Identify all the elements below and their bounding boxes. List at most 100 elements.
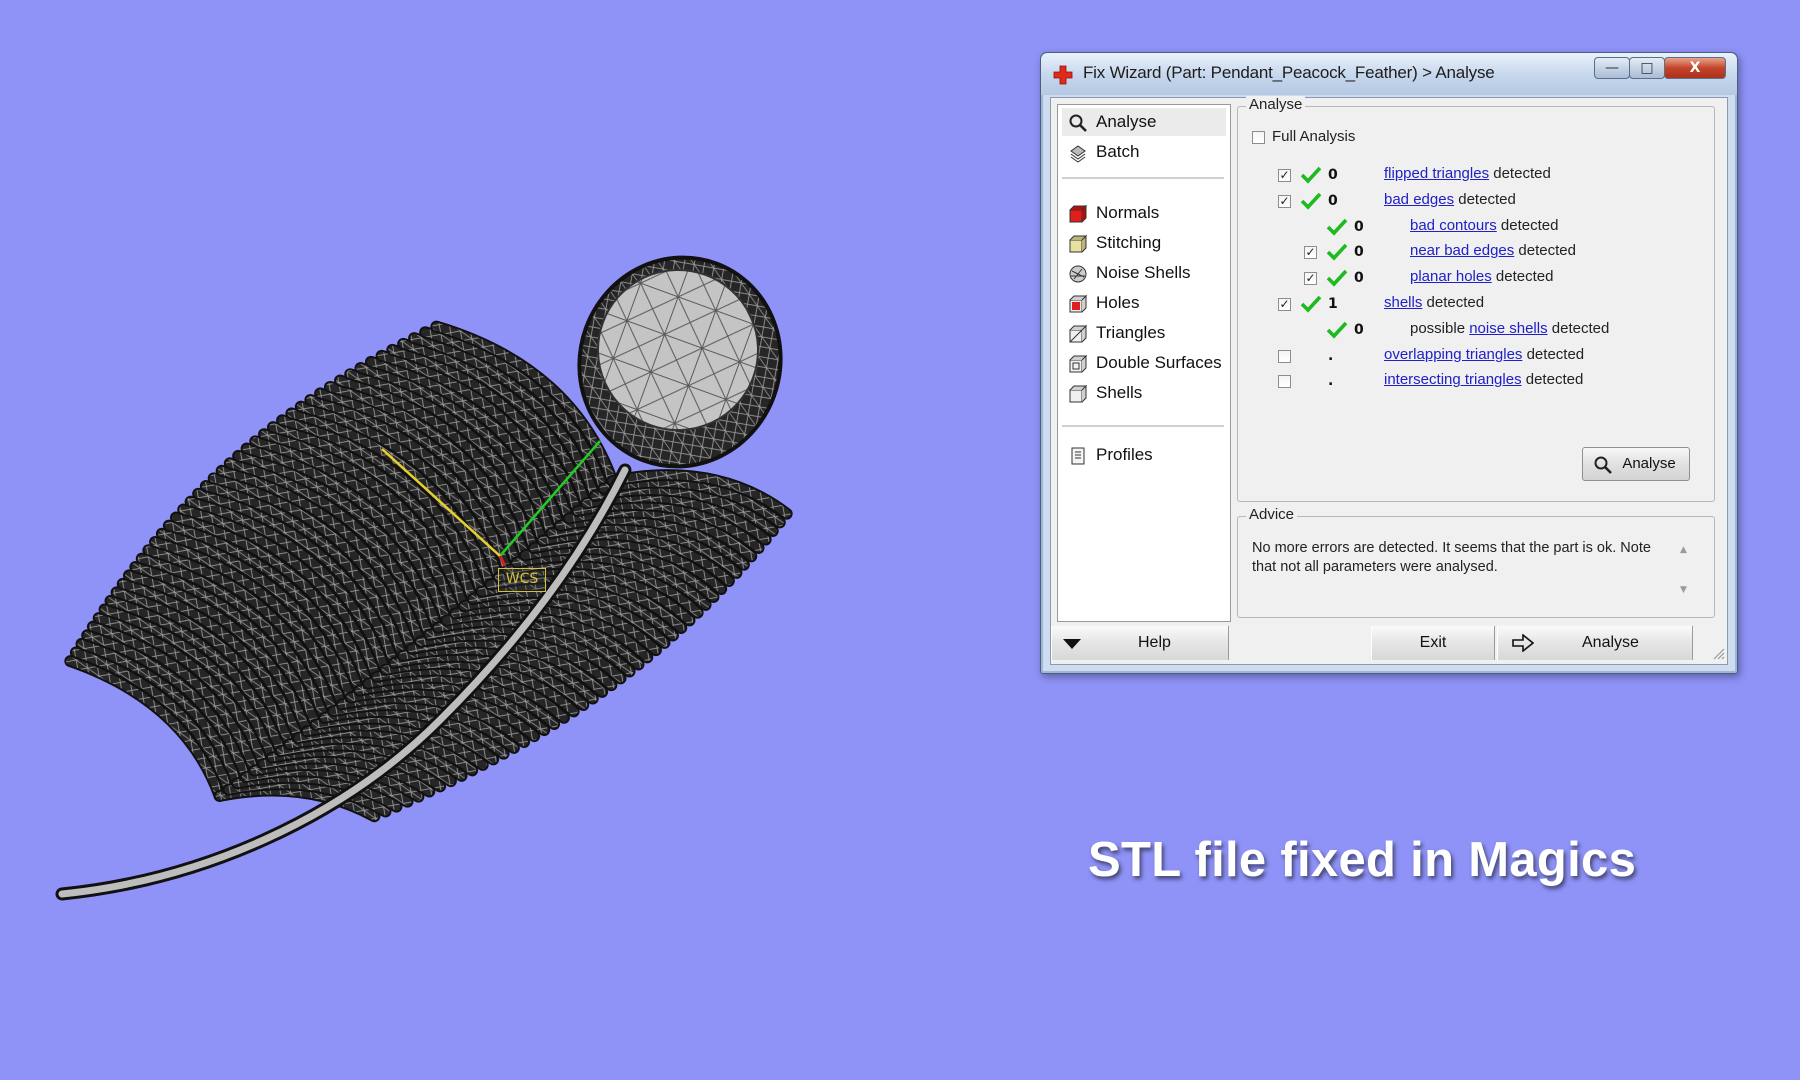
red-cross-icon — [1053, 65, 1073, 85]
nav-label: Normals — [1096, 203, 1160, 222]
title-bar[interactable]: Fix Wizard (Part: Pendant_Peacock_Feathe… — [1041, 53, 1737, 95]
holes-cube-icon — [1069, 294, 1088, 313]
row-count: 0 — [1354, 321, 1364, 338]
row-suffix: detected — [1489, 165, 1551, 182]
row-link[interactable]: noise shells — [1469, 320, 1547, 337]
analyse-button-label: Analyse — [1622, 455, 1676, 472]
nav-label: Analyse — [1096, 112, 1157, 131]
row-checkbox[interactable] — [1278, 349, 1291, 363]
green-check-icon — [1326, 218, 1348, 236]
triangles-cube-icon — [1069, 324, 1088, 343]
row-suffix: detected — [1514, 242, 1576, 260]
window-title: Fix Wizard (Part: Pendant_Peacock_Feathe… — [1083, 63, 1495, 82]
row-count: 0 — [1354, 244, 1364, 261]
nav-item-analyse[interactable]: Analyse — [1062, 108, 1226, 136]
row-checkbox[interactable]: ✓ — [1278, 169, 1291, 182]
nav-label: Profiles — [1096, 445, 1153, 464]
row-count: . — [1328, 373, 1334, 390]
row-checkbox[interactable]: ✓ — [1278, 194, 1291, 208]
row-description: planar holes detected — [1410, 268, 1553, 285]
green-check-icon — [1300, 166, 1322, 184]
nav-label: Batch — [1096, 142, 1140, 161]
row-checkbox[interactable]: ✓ — [1278, 298, 1291, 311]
shells-cube-icon — [1069, 384, 1088, 403]
triangle-down-icon — [1063, 639, 1081, 649]
nav-label: Noise Shells — [1096, 263, 1191, 282]
feather-model — [55, 255, 793, 901]
fix-wizard-window: Fix Wizard (Part: Pendant_Peacock_Feathe… — [1040, 52, 1738, 674]
scroll-down-arrow-icon[interactable]: ▼ — [1680, 585, 1690, 595]
row-suffix: detected — [1422, 294, 1485, 311]
help-button[interactable]: Help — [1051, 626, 1229, 660]
row-description: near bad edges detected — [1410, 242, 1576, 259]
row-suffix: detected — [1521, 371, 1584, 389]
exit-label: Exit — [1419, 634, 1447, 651]
row-link[interactable]: near bad edges — [1410, 242, 1514, 259]
analyse-next-button[interactable]: Analyse — [1497, 626, 1693, 660]
minimize-button[interactable]: — — [1594, 57, 1630, 79]
row-checkbox[interactable]: ✓ — [1304, 246, 1317, 260]
nav-item-batch[interactable]: Batch — [1062, 138, 1226, 166]
window-client-area: Analyse Batch Normals Stitching Noise Sh… — [1050, 96, 1728, 665]
row-checkbox[interactable]: ✓ — [1304, 272, 1317, 286]
row-checkbox[interactable] — [1278, 375, 1291, 389]
scroll-up-arrow-icon[interactable]: ▲ — [1680, 545, 1690, 555]
nav-item-profiles[interactable]: Profiles — [1062, 441, 1226, 469]
row-description: overlapping triangles detected — [1384, 346, 1584, 363]
green-check-icon — [1326, 269, 1348, 287]
exit-button[interactable]: Exit — [1371, 626, 1495, 660]
row-count: 1 — [1328, 296, 1338, 312]
row-count: 0 — [1354, 218, 1364, 235]
nav-item-holes[interactable]: Holes — [1062, 289, 1226, 317]
advice-group-title: Advice — [1246, 506, 1298, 523]
nav-separator — [1062, 425, 1224, 427]
row-count: 0 — [1328, 167, 1338, 183]
nav-item-shells[interactable]: Shells — [1062, 379, 1226, 407]
nav-label: Stitching — [1096, 233, 1162, 252]
batch-icon — [1070, 145, 1086, 163]
row-suffix: detected — [1454, 190, 1516, 208]
nav-item-stitching[interactable]: Stitching — [1062, 229, 1226, 257]
nav-item-triangles[interactable]: Triangles — [1062, 319, 1226, 347]
row-prefix: possible — [1410, 319, 1470, 337]
row-link[interactable]: planar holes — [1410, 268, 1492, 285]
row-description: shells detected — [1384, 294, 1484, 311]
green-check-icon — [1300, 192, 1322, 210]
full-analysis-checkbox[interactable] — [1252, 131, 1265, 144]
green-check-icon — [1300, 295, 1322, 313]
row-count: . — [1328, 347, 1334, 364]
nav-label: Holes — [1096, 293, 1140, 312]
wizard-nav: Analyse Batch Normals Stitching Noise Sh… — [1057, 104, 1231, 622]
analyse-group-button[interactable]: Analyse — [1582, 447, 1690, 481]
resize-grip-icon[interactable] — [1711, 646, 1725, 660]
full-analysis-label: Full Analysis — [1272, 128, 1356, 145]
advice-text: No more errors are detected. It seems th… — [1252, 540, 1651, 575]
row-link[interactable]: bad contours — [1410, 217, 1497, 234]
nav-item-double-surfaces[interactable]: Double Surfaces — [1062, 349, 1226, 377]
row-description: flipped triangles detected — [1384, 165, 1551, 182]
row-link[interactable]: flipped triangles — [1384, 165, 1489, 182]
green-check-icon — [1326, 244, 1348, 261]
advice-group: Advice No more errors are detected. It s… — [1237, 506, 1715, 618]
magnifier-icon — [1069, 114, 1087, 132]
close-button[interactable]: X — [1664, 57, 1726, 79]
maximize-button[interactable]: □ — [1629, 57, 1665, 79]
wcs-label: WCS — [498, 568, 546, 592]
analyse-next-label: Analyse — [1582, 634, 1639, 651]
nav-label: Double Surfaces — [1096, 353, 1222, 372]
row-link[interactable]: overlapping triangles — [1384, 346, 1522, 363]
3d-viewport[interactable]: WCS — [0, 0, 900, 1080]
row-suffix: detected — [1491, 268, 1554, 286]
row-description: possible noise shells detected — [1410, 320, 1609, 337]
row-description: bad edges detected — [1384, 191, 1516, 208]
stitching-cube-icon — [1069, 234, 1088, 253]
nav-item-normals[interactable]: Normals — [1062, 199, 1226, 227]
nav-separator — [1062, 177, 1224, 179]
nav-item-noise-shells[interactable]: Noise Shells — [1062, 259, 1226, 287]
row-link[interactable]: intersecting triangles — [1384, 371, 1522, 388]
caption-text: STL file fixed in Magics — [1088, 833, 1637, 887]
row-suffix: detected — [1522, 345, 1585, 363]
row-link[interactable]: shells — [1384, 294, 1422, 311]
row-link[interactable]: bad edges — [1384, 191, 1454, 208]
double-surfaces-icon — [1069, 354, 1088, 373]
